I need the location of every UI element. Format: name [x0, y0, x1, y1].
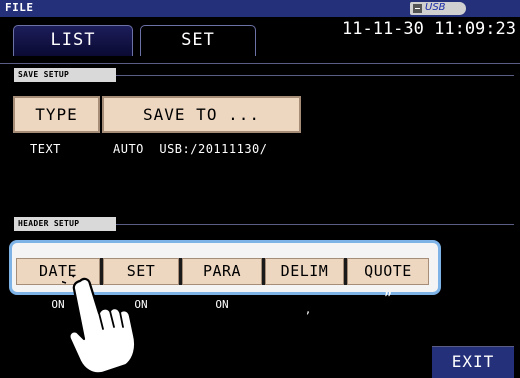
save-to-value: AUTO USB:/20111130/: [113, 142, 268, 156]
clock-display: 11-11-30 11:09:23: [342, 19, 516, 39]
type-value: TEXT: [30, 142, 61, 156]
window-title: FILE: [5, 1, 34, 14]
type-button[interactable]: TYPE: [13, 96, 100, 133]
tab-set[interactable]: SET: [140, 25, 256, 56]
save-setup-divider: [116, 75, 514, 76]
tab-list[interactable]: LIST: [13, 25, 133, 56]
file-screen: FILE USB LIST SET 11-11-30 11:09:23 SAVE…: [0, 0, 520, 378]
usb-indicator: USB: [410, 2, 466, 15]
save-to-button[interactable]: SAVE TO ...: [102, 96, 301, 133]
quote-button[interactable]: QUOTE: [347, 258, 429, 285]
usb-label: USB: [425, 2, 446, 13]
quote-value: ”: [383, 291, 393, 307]
header-setup-divider: [116, 224, 514, 225]
usb-drive-icon: [413, 4, 422, 13]
para-button[interactable]: PARA: [182, 258, 262, 285]
save-setup-section-label: SAVE SETUP: [14, 68, 116, 82]
exit-button[interactable]: EXIT: [432, 346, 514, 378]
header-setup-section-label: HEADER SETUP: [14, 217, 116, 231]
title-bar: FILE USB: [0, 0, 520, 17]
delim-value: ,: [304, 303, 312, 316]
tab-divider: [0, 63, 520, 64]
para-value: ON: [215, 298, 229, 311]
delim-button[interactable]: DELIM: [265, 258, 344, 285]
pointing-hand-icon: [62, 275, 137, 375]
